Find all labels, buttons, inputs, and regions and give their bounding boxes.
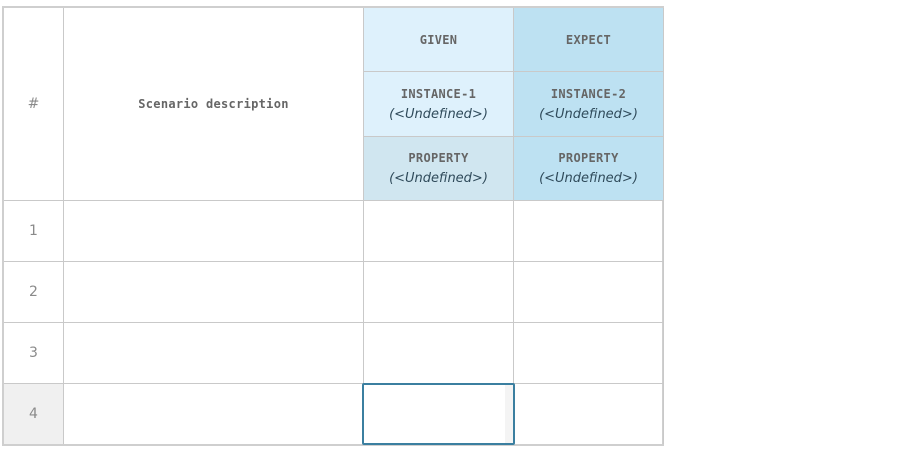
expect-cell[interactable] — [514, 323, 664, 384]
property-2-header[interactable]: PROPERTY (<Undefined>) — [514, 137, 664, 201]
expect-cell[interactable] — [514, 201, 664, 262]
instance-1-header[interactable]: INSTANCE-1 (<Undefined>) — [364, 72, 514, 137]
given-cell[interactable] — [364, 201, 514, 262]
expect-header[interactable]: EXPECT — [514, 8, 664, 72]
scenario-grid: # Scenario description GIVEN EXPECT INST… — [2, 6, 664, 446]
instance-1-value: (<Undefined>) — [389, 106, 488, 122]
row-number: 2 — [29, 284, 38, 300]
cell-editor-edge — [505, 385, 513, 443]
instance-2-name: INSTANCE-2 — [550, 86, 627, 101]
row-number-cell: 3 — [4, 323, 64, 384]
property-2-name: PROPERTY — [558, 151, 619, 165]
description-cell[interactable] — [64, 323, 364, 384]
row-number: 4 — [29, 406, 38, 422]
row-number: 1 — [29, 223, 38, 239]
given-cell[interactable] — [364, 323, 514, 384]
description-cell[interactable] — [64, 201, 364, 262]
instance-2-value: (<Undefined>) — [539, 106, 638, 122]
property-1-name: PROPERTY — [408, 151, 469, 165]
instance-1-name: INSTANCE-1 — [400, 86, 477, 101]
description-header[interactable]: Scenario description — [64, 8, 364, 201]
expect-cell[interactable] — [514, 384, 664, 444]
row-number-header-label: # — [27, 96, 40, 112]
description-cell[interactable] — [64, 262, 364, 323]
property-1-value: (<Undefined>) — [389, 171, 488, 186]
selected-cell-editor[interactable] — [362, 383, 515, 445]
row-number: 3 — [29, 345, 38, 361]
given-cell[interactable] — [364, 262, 514, 323]
given-header-label: GIVEN — [419, 32, 458, 47]
description-header-label: Scenario description — [138, 97, 289, 111]
row-number-cell-selected: 4 — [4, 384, 64, 444]
row-number-header: # — [4, 8, 64, 201]
expect-cell[interactable] — [514, 262, 664, 323]
given-header[interactable]: GIVEN — [364, 8, 514, 72]
expect-header-label: EXPECT — [565, 32, 612, 47]
instance-2-header[interactable]: INSTANCE-2 (<Undefined>) — [514, 72, 664, 137]
description-cell[interactable] — [64, 384, 364, 444]
row-number-cell: 2 — [4, 262, 64, 323]
property-2-value: (<Undefined>) — [539, 171, 638, 186]
property-1-header[interactable]: PROPERTY (<Undefined>) — [364, 137, 514, 201]
row-number-cell: 1 — [4, 201, 64, 262]
